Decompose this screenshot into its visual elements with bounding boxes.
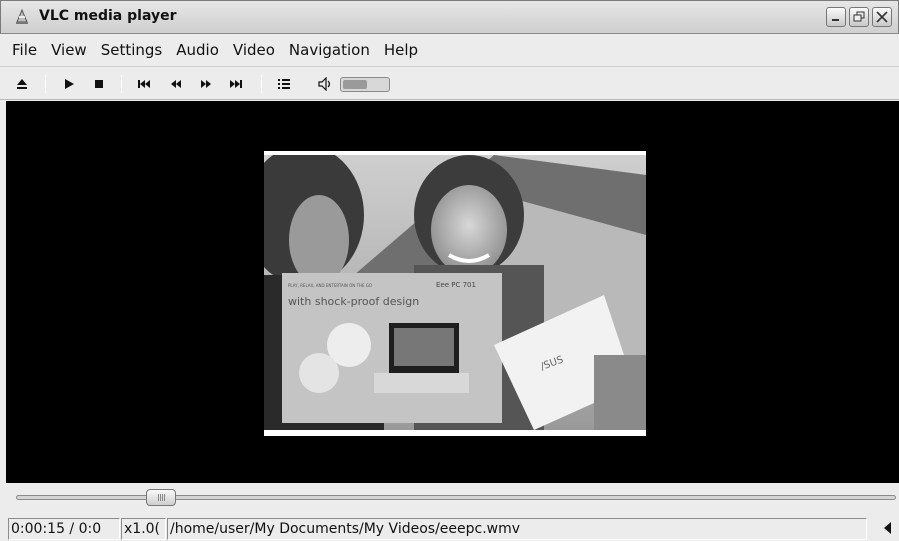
menu-bar: File View Settings Audio Video Navigatio… — [0, 35, 899, 64]
video-tagline: PLAY, RELAX, AND ENTERTAIN ON THE GO — [288, 283, 372, 288]
minimize-icon — [832, 19, 839, 21]
seek-bar-area — [0, 484, 899, 514]
volume-level — [343, 80, 367, 89]
menu-help[interactable]: Help — [384, 41, 418, 59]
menu-help-label: Help — [383, 40, 419, 59]
menu-navigation[interactable]: Navigation — [289, 41, 370, 59]
menu-audio[interactable]: Audio — [176, 41, 219, 59]
volume-slider[interactable] — [340, 77, 390, 92]
restore-icon — [853, 11, 865, 22]
video-headline: with shock-proof design — [288, 295, 419, 308]
close-button[interactable] — [872, 7, 892, 27]
video-image: PLAY, RELAX, AND ENTERTAIN ON THE GO Eee… — [264, 155, 646, 430]
time-display: 0:00:15 / 0:0 — [8, 518, 120, 540]
volume-button[interactable] — [317, 76, 335, 92]
menu-settings[interactable]: Settings — [101, 41, 163, 59]
play-icon — [65, 79, 74, 89]
next-icon — [230, 80, 242, 88]
rewind-button[interactable] — [167, 76, 185, 92]
rewind-icon — [171, 80, 181, 88]
video-area[interactable]: PLAY, RELAX, AND ENTERTAIN ON THE GO Eee… — [6, 101, 899, 483]
title-bar[interactable]: VLC media player — [0, 0, 899, 34]
seek-handle[interactable] — [146, 489, 176, 506]
previous-icon — [138, 80, 150, 88]
menu-view-label: View — [51, 40, 87, 59]
speed-display: x1.0( — [121, 518, 166, 540]
file-path-display: /home/user/My Documents/My Videos/eeepc.… — [167, 518, 867, 540]
eject-button[interactable] — [14, 76, 30, 92]
menu-file[interactable]: File — [12, 41, 37, 59]
eject-icon — [17, 79, 27, 89]
video-frame: PLAY, RELAX, AND ENTERTAIN ON THE GO Eee… — [264, 151, 646, 436]
vlc-cone-icon — [16, 8, 28, 24]
menu-navigation-label: Navigation — [288, 40, 370, 59]
menu-file-label: File — [12, 40, 38, 59]
menu-video[interactable]: Video — [233, 41, 275, 59]
stop-icon — [95, 80, 103, 88]
status-bar: 0:00:15 / 0:0 x1.0( /home/user/My Docume… — [0, 515, 899, 541]
volume-icon — [318, 77, 331, 91]
previous-button[interactable] — [135, 76, 153, 92]
toolbar — [0, 66, 899, 100]
fast-forward-icon — [201, 80, 211, 88]
playlist-icon — [278, 79, 290, 89]
menu-audio-label: Audio — [176, 40, 219, 59]
menu-video-label: Video — [232, 40, 275, 59]
menu-view[interactable]: View — [51, 41, 87, 59]
play-button[interactable] — [61, 76, 77, 92]
playlist-button[interactable] — [275, 76, 293, 92]
fast-forward-button[interactable] — [197, 76, 215, 92]
minimize-button[interactable] — [826, 7, 846, 27]
next-button[interactable] — [227, 76, 245, 92]
left-arrow-icon[interactable] — [881, 521, 895, 535]
window-title: VLC media player — [39, 8, 177, 24]
menu-settings-label: Settings — [100, 40, 163, 59]
video-brand: Eee PC 701 — [436, 281, 476, 289]
stop-button[interactable] — [91, 76, 107, 92]
restore-button[interactable] — [849, 7, 869, 27]
close-icon — [876, 11, 888, 23]
